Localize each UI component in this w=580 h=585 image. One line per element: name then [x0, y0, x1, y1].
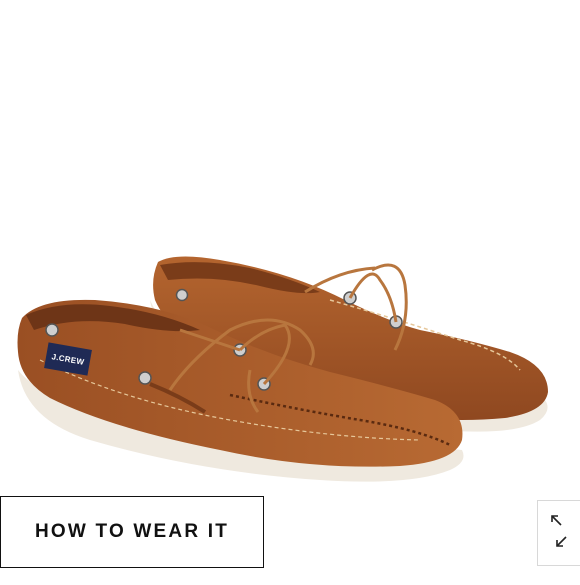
product-image: J.CREW: [0, 0, 580, 580]
how-to-wear-label: HOW TO WEAR IT: [34, 521, 230, 542]
expand-arrows-icon: [548, 511, 570, 556]
brand-tag-label: J.CREW: [51, 351, 85, 367]
how-to-wear-button[interactable]: HOW TO WEAR IT: [0, 496, 264, 568]
expand-image-button[interactable]: [537, 500, 580, 566]
